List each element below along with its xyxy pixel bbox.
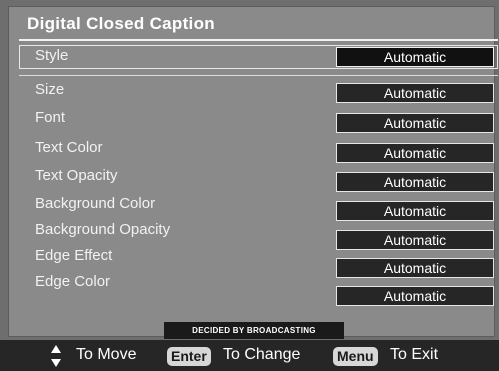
size-value[interactable]: Automatic (336, 83, 494, 103)
section-divider (19, 75, 498, 76)
edge-effect-value[interactable]: Automatic (336, 258, 494, 278)
background-color-label: Background Color (35, 195, 156, 212)
exit-hint-text: To Exit (390, 346, 439, 363)
font-label: Font (35, 109, 66, 126)
background-opacity-label: Background Opacity (35, 221, 171, 238)
menu-key-icon: Menu (333, 347, 378, 366)
change-hint-text: To Change (223, 346, 301, 363)
up-down-arrow-icon (51, 345, 61, 367)
size-label: Size (35, 81, 65, 98)
edge-color-label: Edge Color (35, 273, 111, 290)
edge-effect-label: Edge Effect (35, 247, 113, 264)
text-opacity-value[interactable]: Automatic (336, 172, 494, 192)
closed-caption-menu: Digital Closed Caption Style Automatic S… (8, 6, 498, 339)
style-label: Style (35, 47, 69, 64)
background-color-value[interactable]: Automatic (336, 201, 494, 221)
title-divider (19, 39, 498, 41)
text-color-label: Text Color (35, 139, 103, 156)
move-hint-text: To Move (76, 346, 137, 363)
background-opacity-value[interactable]: Automatic (336, 230, 494, 250)
text-opacity-label: Text Opacity (35, 167, 118, 184)
menu-title: Digital Closed Caption (27, 14, 215, 33)
navigation-hint-bar: To Move Enter To Change Menu To Exit (0, 340, 499, 371)
enter-key-icon: Enter (167, 347, 211, 366)
font-value[interactable]: Automatic (336, 113, 494, 133)
text-color-value[interactable]: Automatic (336, 143, 494, 163)
osd-screen: Digital Closed Caption Style Automatic S… (0, 0, 499, 371)
style-value[interactable]: Automatic (336, 47, 494, 67)
edge-color-value[interactable]: Automatic (336, 286, 494, 306)
broadcasting-note: DECIDED BY BROADCASTING (164, 322, 344, 339)
